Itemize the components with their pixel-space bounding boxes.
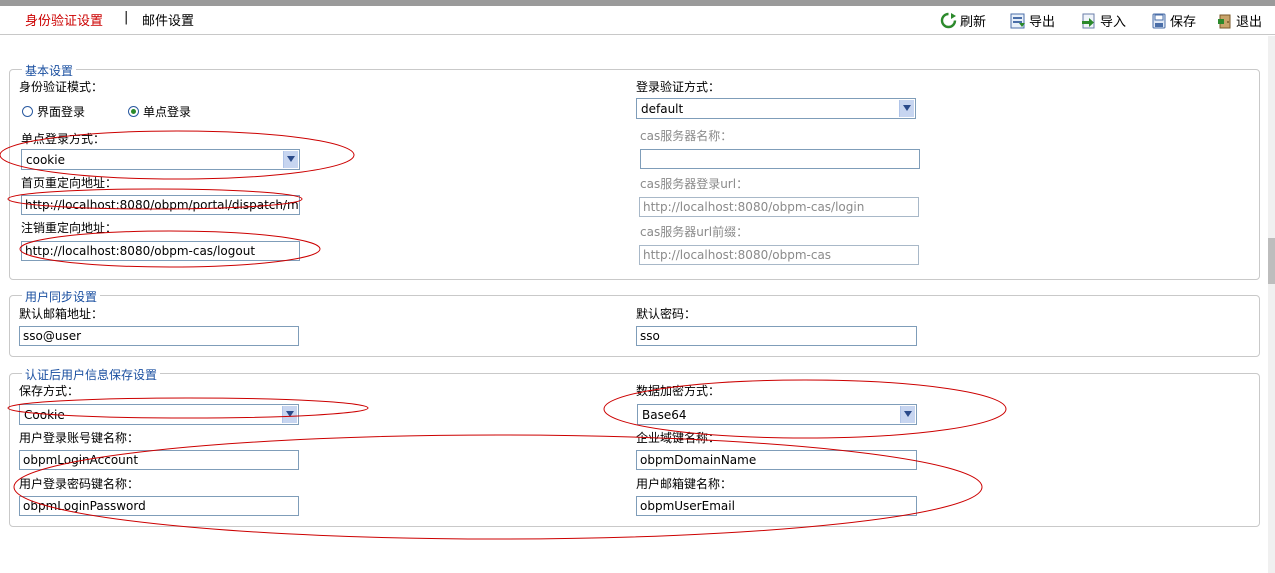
- default-password-label: 默认密码：: [636, 307, 697, 321]
- account-key-label: 用户登录账号键名称：: [19, 431, 140, 445]
- encryption-select[interactable]: Base64: [637, 404, 917, 425]
- cas-name-input[interactable]: [640, 149, 920, 169]
- cas-name-label: cas服务器名称：: [640, 129, 733, 143]
- import-icon: [1082, 13, 1095, 28]
- chevron-down-icon: [899, 100, 914, 117]
- home-redirect-label: 首页重定向地址：: [21, 176, 118, 190]
- save-button[interactable]: 保存: [1151, 11, 1196, 30]
- tab-mail-settings[interactable]: 邮件设置: [142, 10, 194, 29]
- scrollbar-track[interactable]: [1268, 36, 1275, 573]
- refresh-icon: [940, 12, 957, 29]
- exit-label: 退出: [1236, 15, 1263, 30]
- radio-circle-selected: [128, 106, 139, 117]
- auth-mode-label: 身份验证模式：: [19, 80, 104, 94]
- save-settings-legend: 认证后用户信息保存设置: [22, 366, 161, 383]
- login-verify-label: 登录验证方式：: [636, 80, 721, 94]
- domain-key-label: 企业域键名称：: [636, 431, 721, 445]
- account-key-input[interactable]: obpmLoginAccount: [19, 450, 299, 470]
- radio-ui-login-label: 界面登录: [37, 105, 86, 119]
- exit-button[interactable]: 退出: [1217, 11, 1262, 30]
- import-label: 导入: [1100, 15, 1127, 30]
- radio-circle: [22, 106, 33, 117]
- email-key-input[interactable]: obpmUserEmail: [636, 496, 917, 516]
- save-method-label: 保存方式：: [19, 384, 80, 398]
- logout-redirect-label: 注销重定向地址：: [21, 221, 118, 235]
- sso-method-label: 单点登录方式：: [21, 132, 106, 146]
- save-method-value: Cookie: [24, 408, 65, 422]
- cas-url-prefix-input[interactable]: http://localhost:8080/obpm-cas: [639, 245, 919, 265]
- chevron-down-icon: [282, 406, 297, 423]
- password-key-input[interactable]: obpmLoginPassword: [19, 496, 299, 516]
- import-button[interactable]: 导入: [1081, 11, 1126, 30]
- default-email-input[interactable]: sso@user: [19, 326, 299, 346]
- login-verify-value: default: [641, 102, 684, 116]
- radio-ui-login[interactable]: 界面登录: [22, 103, 85, 120]
- cas-login-url-input[interactable]: http://localhost:8080/obpm-cas/login: [639, 197, 919, 217]
- chevron-down-icon: [283, 151, 298, 168]
- encryption-value: Base64: [642, 408, 687, 422]
- cas-url-prefix-label: cas服务器url前缀：: [640, 225, 749, 239]
- export-button[interactable]: 导出: [1010, 11, 1055, 30]
- default-email-label: 默认邮箱地址：: [19, 307, 104, 321]
- login-verify-select[interactable]: default: [636, 98, 916, 119]
- export-label: 导出: [1029, 15, 1056, 30]
- export-icon: [1010, 13, 1025, 28]
- refresh-button[interactable]: 刷新: [940, 11, 986, 30]
- save-icon: [1152, 13, 1166, 28]
- password-key-label: 用户登录密码键名称：: [19, 477, 140, 491]
- tab-auth-settings[interactable]: 身份验证设置: [25, 10, 103, 29]
- encryption-label: 数据加密方式：: [636, 384, 721, 398]
- exit-door-icon: [1218, 14, 1231, 28]
- save-method-select[interactable]: Cookie: [19, 404, 299, 425]
- email-key-label: 用户邮箱键名称：: [636, 477, 733, 491]
- sso-method-select[interactable]: cookie: [21, 149, 300, 170]
- basic-settings-legend: 基本设置: [22, 62, 77, 79]
- user-sync-legend: 用户同步设置: [22, 288, 101, 305]
- radio-sso-login-label: 单点登录: [143, 105, 192, 119]
- tab-separator: |: [124, 10, 129, 25]
- logout-redirect-input[interactable]: http://localhost:8080/obpm-cas/logout: [21, 241, 300, 261]
- chevron-down-icon: [900, 406, 915, 423]
- radio-sso-login[interactable]: 单点登录: [128, 103, 191, 120]
- toolbar: 身份验证设置 | 邮件设置 刷新 导出 导入 保存 退出: [0, 6, 1275, 35]
- domain-key-input[interactable]: obpmDomainName: [636, 450, 917, 470]
- default-password-input[interactable]: sso: [636, 326, 917, 346]
- scrollbar-thumb[interactable]: [1268, 238, 1275, 284]
- cas-login-url-label: cas服务器登录url：: [640, 177, 749, 191]
- home-redirect-input[interactable]: http://localhost:8080/obpm/portal/dispat…: [21, 195, 300, 215]
- refresh-label: 刷新: [960, 15, 987, 30]
- sso-method-value: cookie: [26, 153, 65, 167]
- save-label: 保存: [1170, 15, 1197, 30]
